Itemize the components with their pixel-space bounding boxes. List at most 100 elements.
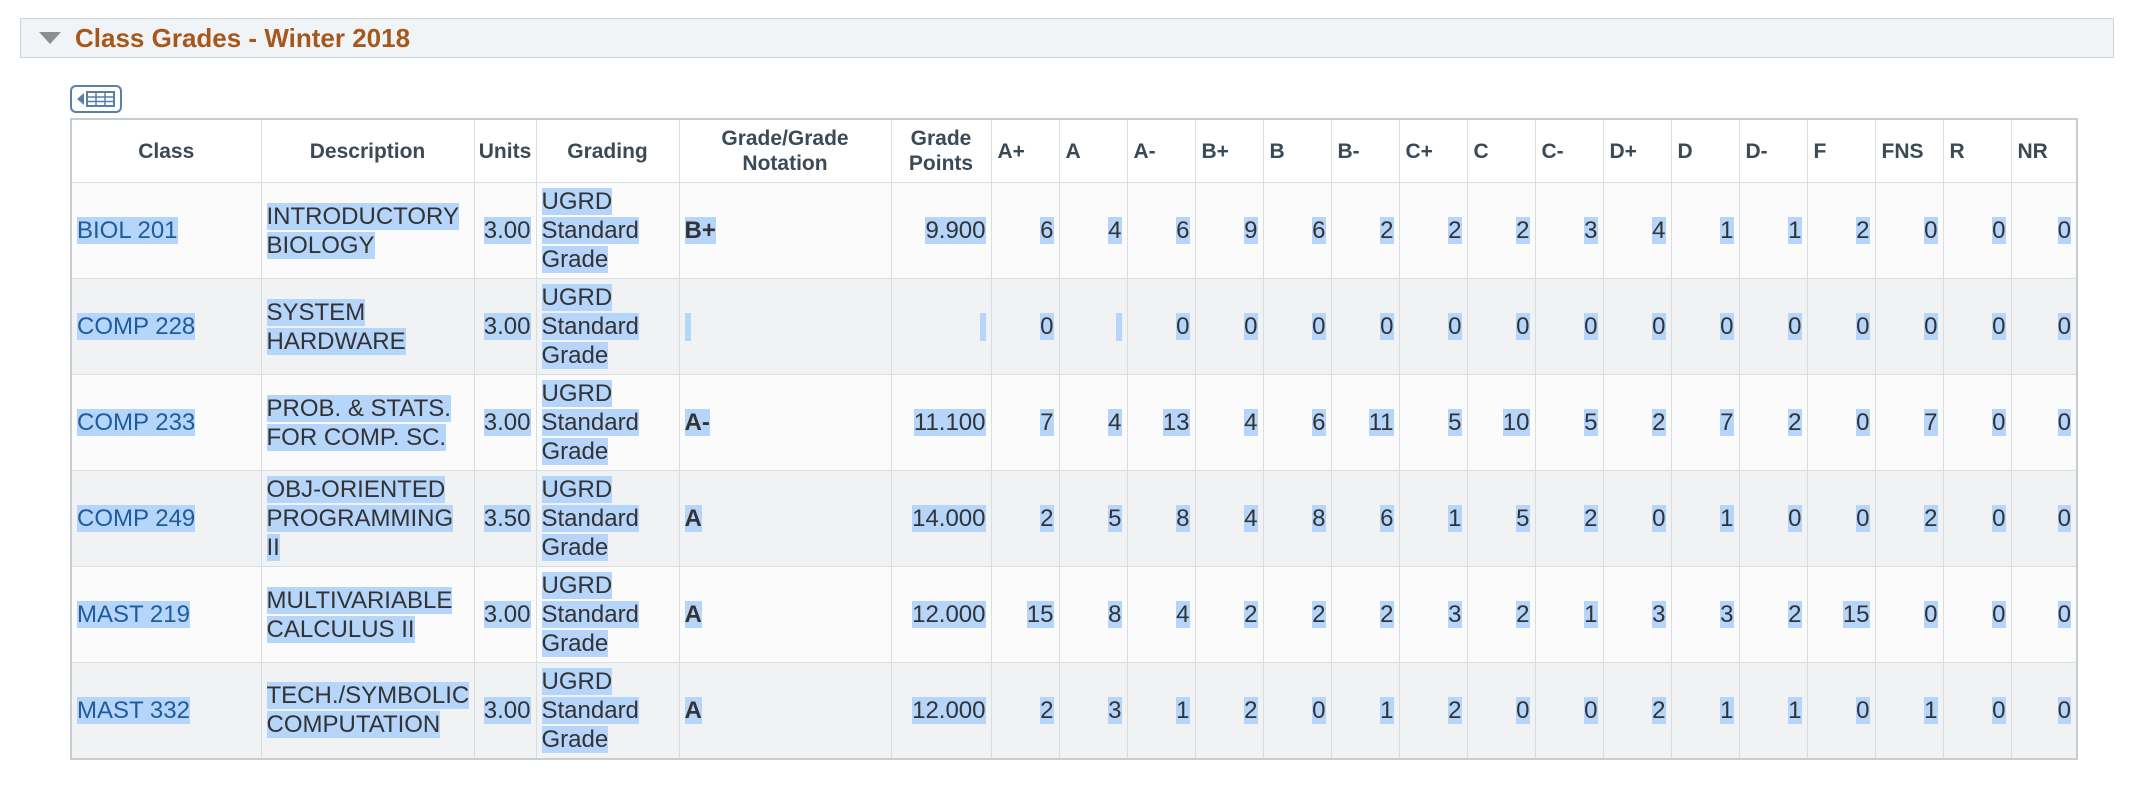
units-cell: 3.00 (473, 662, 537, 759)
units-value: 3.00 (483, 696, 531, 724)
distribution-cell: 1 (1670, 470, 1740, 567)
distribution-count: 13 (1162, 409, 1190, 436)
distribution-count: 5 (1448, 409, 1462, 436)
grade-points-value: 9.900 (925, 217, 986, 244)
distribution-count: 2 (1924, 505, 1938, 532)
distribution-count: 0 (1992, 601, 2006, 628)
distribution-cell: 0 (1942, 278, 2012, 375)
distribution-count: 0 (1312, 313, 1326, 340)
table-body: BIOL 201 INTRODUCTORY BIOLOGY 3.00 UGRD Sta… (70, 182, 2078, 759)
distribution-cell: 2 (1534, 470, 1604, 567)
col-header: A- (1126, 118, 1196, 183)
distribution-cell: 0 (1806, 470, 1876, 567)
distribution-cell: 4 (1126, 566, 1196, 663)
grade-points-value: 11.100 (913, 409, 986, 436)
distribution-cell: 0 (2010, 278, 2078, 375)
distribution-cell: 5 (1534, 374, 1604, 471)
distribution-count: 5 (1108, 505, 1122, 532)
distribution-count: 1 (1720, 505, 1734, 532)
class-grades-table: Class Description Units Grading Grade/Gr… (70, 118, 2078, 760)
distribution-cell: 8 (1262, 470, 1332, 567)
distribution-cell: 1 (1874, 662, 1944, 759)
grading-cell: UGRD Standard Grade (535, 278, 680, 375)
distribution-count: 7 (1040, 409, 1054, 436)
section-header[interactable]: Class Grades - Winter 2018 (20, 18, 2114, 58)
distribution-count: 0 (1924, 217, 1938, 244)
class-link[interactable]: BIOL 201 (77, 217, 178, 244)
grid-view-toggle-icon[interactable] (70, 85, 122, 113)
distribution-cell: 6 (1126, 182, 1196, 279)
distribution-cell: 0 (1466, 278, 1536, 375)
grade-points-cell (890, 278, 992, 375)
distribution-count: 2 (1856, 217, 1870, 244)
distribution-count: 0 (1176, 313, 1190, 340)
distribution-cell: 0 (1806, 278, 1876, 375)
class-cell: COMP 249 (70, 470, 262, 567)
grading-cell: UGRD Standard Grade (535, 470, 680, 567)
class-link[interactable]: COMP 228 (77, 313, 196, 340)
distribution-cell: 13 (1126, 374, 1196, 471)
distribution-count: 4 (1244, 505, 1258, 532)
grade-points-cell: 11.100 (890, 374, 992, 471)
col-header: B+ (1194, 118, 1264, 183)
distribution-count: 0 (2057, 409, 2071, 436)
class-cell: BIOL 201 (70, 182, 262, 279)
distribution-cell: 1 (1738, 182, 1808, 279)
description-text: PROB. & STATS. FOR COMP. SC. (266, 394, 451, 451)
distribution-cell: 4 (1058, 182, 1128, 279)
description-text: TECH./SYMBOLIC COMPUTATION (266, 682, 470, 739)
table-row: MAST 219 MULTIVARIABLE CALCULUS II 3.00 UGR… (70, 566, 2078, 663)
distribution-count: 2 (1584, 505, 1598, 532)
class-link[interactable]: COMP 233 (77, 409, 196, 436)
col-header: Units (473, 118, 537, 183)
col-header: C (1466, 118, 1536, 183)
distribution-cell: 0 (1534, 278, 1604, 375)
units-value: 3.00 (483, 409, 531, 436)
distribution-cell: 0 (1874, 566, 1944, 663)
distribution-cell: 15 (990, 566, 1060, 663)
class-link[interactable]: MAST 219 (77, 601, 190, 628)
distribution-count: 4 (1176, 601, 1190, 628)
units-cell: 3.00 (473, 374, 537, 471)
distribution-count: 8 (1312, 505, 1326, 532)
col-header: Class (70, 118, 262, 183)
distribution-count: 6 (1176, 217, 1190, 244)
distribution-count: 0 (1992, 217, 2006, 244)
distribution-count: 2 (1312, 601, 1326, 628)
distribution-cell: 0 (990, 278, 1060, 375)
units-cell: 3.50 (473, 470, 537, 567)
distribution-count: 3 (1448, 601, 1462, 628)
description-text: SYSTEM HARDWARE (266, 298, 406, 355)
grade-value: A (684, 696, 702, 724)
distribution-count: 0 (1516, 696, 1530, 724)
class-link[interactable]: COMP 249 (77, 505, 196, 532)
grade-points-value: 12.000 (912, 601, 986, 628)
distribution-count: 0 (1380, 313, 1394, 340)
distribution-cell: 0 (1466, 662, 1536, 759)
distribution-cell: 0 (2010, 566, 2078, 663)
distribution-cell: 2 (1330, 182, 1400, 279)
distribution-cell: 0 (1330, 278, 1400, 375)
distribution-count: 2 (1244, 696, 1258, 724)
grading-text: UGRD Standard Grade (541, 188, 639, 273)
grade-cell: A (678, 566, 892, 663)
distribution-count: 0 (1856, 313, 1870, 340)
distribution-cell: 1 (1534, 566, 1604, 663)
distribution-cell: 4 (1194, 470, 1264, 567)
col-header: D- (1738, 118, 1808, 183)
distribution-count: 1 (1448, 505, 1462, 532)
distribution-cell: 1 (1670, 182, 1740, 279)
distribution-cell: 10 (1466, 374, 1536, 471)
distribution-cell: 0 (1262, 278, 1332, 375)
class-link[interactable]: MAST 332 (77, 696, 190, 724)
grade-cell: A (678, 470, 892, 567)
col-header: D (1670, 118, 1740, 183)
col-header: A (1058, 118, 1128, 183)
section-title: Class Grades - Winter 2018 (75, 22, 411, 53)
distribution-cell: 6 (990, 182, 1060, 279)
distribution-cell: 4 (1602, 182, 1672, 279)
distribution-cell: 0 (1602, 278, 1672, 375)
distribution-cell: 15 (1806, 566, 1876, 663)
triangle-down-icon[interactable] (39, 32, 61, 44)
distribution-count: 0 (2057, 696, 2071, 724)
